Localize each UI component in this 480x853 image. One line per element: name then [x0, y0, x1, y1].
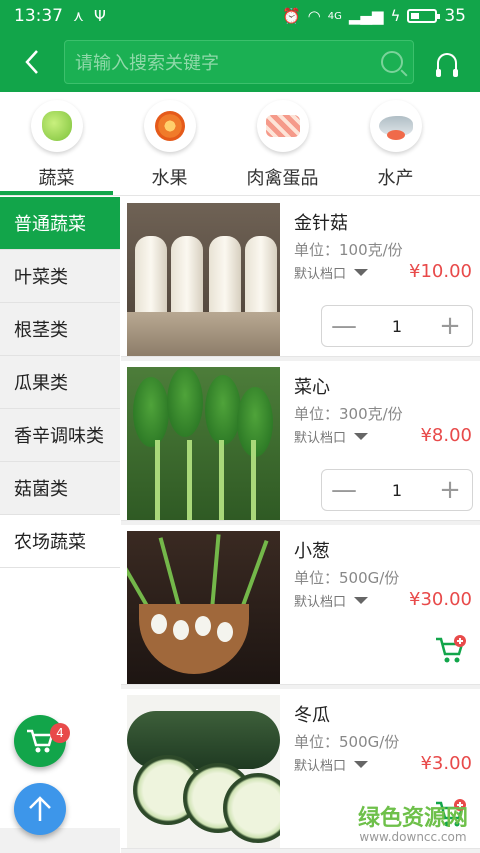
- stall-selector[interactable]: 默认档口: [294, 263, 369, 282]
- product-unit: 单位：300克/份: [294, 405, 403, 423]
- arrow-up-icon: [29, 796, 51, 821]
- sidebar-item-gourds[interactable]: 瓜果类: [0, 356, 120, 409]
- product-image[interactable]: [127, 203, 280, 356]
- wifi-icon: ◠: [307, 7, 321, 25]
- customer-service-button[interactable]: [414, 32, 480, 92]
- stall-label: 默认档口: [294, 431, 347, 446]
- category-tabs: 蔬菜 水果 肉禽蛋品 水产 加: [0, 92, 480, 196]
- product-image[interactable]: [127, 531, 280, 684]
- sidebar-item-label: 菇菌类: [14, 479, 68, 500]
- sidebar-item-label: 农场蔬菜: [14, 532, 86, 553]
- watermark-title: 绿色资源网: [357, 806, 468, 831]
- tab-fruits[interactable]: 水果: [113, 92, 226, 195]
- product-list: 金针菇 单位：100克/份 默认档口 ¥10.00 — 1 + 菜心 单位：30…: [121, 197, 480, 853]
- top-bar: 请输入搜索关键字: [0, 32, 480, 92]
- sidebar-item-label: 根茎类: [14, 320, 68, 341]
- sidebar-item-common-vegetables[interactable]: 普通蔬菜: [0, 197, 120, 250]
- share-icon: ⋏: [73, 7, 84, 25]
- sidebar-item-label: 瓜果类: [14, 373, 68, 394]
- caret-down-icon: [354, 269, 369, 276]
- sidebar-item-label: 普通蔬菜: [14, 214, 86, 235]
- decrease-button[interactable]: —: [322, 305, 366, 347]
- stall-selector[interactable]: 默认档口: [294, 427, 369, 446]
- cart-button[interactable]: 4: [14, 715, 70, 767]
- quantity-value[interactable]: 1: [366, 317, 428, 336]
- tab-label: 水果: [151, 168, 188, 189]
- tab-label: 蔬菜: [38, 168, 75, 189]
- product-item[interactable]: 菜心 单位：300克/份 默认档口 ¥8.00 — 1 +: [121, 361, 480, 521]
- product-item[interactable]: 金针菇 单位：100克/份 默认档口 ¥10.00 — 1 +: [121, 197, 480, 357]
- stall-label: 默认档口: [294, 595, 347, 610]
- active-tab-indicator: [0, 191, 113, 195]
- stall-selector[interactable]: 默认档口: [294, 755, 369, 774]
- quantity-stepper: — 1 +: [321, 469, 473, 511]
- chevron-left-icon: [25, 50, 38, 74]
- search-input[interactable]: 请输入搜索关键字: [64, 40, 414, 84]
- quantity-stepper: — 1 +: [321, 305, 473, 347]
- product-unit: 单位：100克/份: [294, 241, 403, 259]
- tab-seafood[interactable]: 水产: [339, 92, 452, 195]
- product-price: ¥30.00: [409, 589, 472, 610]
- product-name: 小葱: [294, 541, 330, 562]
- product-price: ¥8.00: [420, 425, 472, 446]
- tab-label: 水产: [377, 168, 414, 189]
- headset-icon: [436, 53, 458, 77]
- tab-meat-eggs[interactable]: 肉禽蛋品: [226, 92, 339, 195]
- back-to-top-button[interactable]: [14, 783, 66, 835]
- signal-icon: ▂▄▆: [348, 7, 384, 25]
- product-price: ¥3.00: [420, 753, 472, 774]
- sidebar-item-spices[interactable]: 香辛调味类: [0, 409, 120, 462]
- watermark-url: www.downcc.com: [359, 830, 467, 844]
- seafood-icon: [378, 116, 413, 140]
- sidebar-item-farm[interactable]: 农场蔬菜: [0, 515, 120, 568]
- product-item[interactable]: 小葱 单位：500G/份 默认档口 ¥30.00: [121, 525, 480, 685]
- caret-down-icon: [354, 433, 369, 440]
- decrease-button[interactable]: —: [322, 469, 366, 511]
- status-time: 13:37: [14, 6, 63, 26]
- back-button[interactable]: [0, 32, 64, 92]
- product-name: 金针菇: [294, 213, 348, 234]
- stall-selector[interactable]: 默认档口: [294, 591, 369, 610]
- increase-button[interactable]: +: [428, 305, 472, 347]
- network-type: 4G: [327, 10, 342, 22]
- sidebar-item-label: 叶菜类: [14, 267, 68, 288]
- battery-icon: [407, 9, 441, 23]
- product-image[interactable]: [127, 695, 280, 848]
- sidebar-item-roots[interactable]: 根茎类: [0, 303, 120, 356]
- alarm-icon: ⏰: [281, 7, 301, 25]
- sidebar-item-label: 香辛调味类: [14, 426, 104, 447]
- tab-label: 肉禽蛋品: [246, 168, 319, 189]
- product-name: 菜心: [294, 377, 330, 398]
- stall-label: 默认档口: [294, 267, 347, 282]
- vegetable-icon: [41, 111, 72, 141]
- status-bar: 13:37 ⋏ Ψ ⏰ ◠ 4G ▂▄▆ ϟ 35: [0, 0, 480, 32]
- product-unit: 单位：500G/份: [294, 569, 400, 587]
- tab-vegetables[interactable]: 蔬菜: [0, 92, 113, 195]
- watermark: 绿色资源网 www.downcc.com: [358, 800, 468, 844]
- sidebar-item-leafy[interactable]: 叶菜类: [0, 250, 120, 303]
- product-image[interactable]: [127, 367, 280, 520]
- battery-percent: 35: [444, 6, 466, 26]
- quantity-value[interactable]: 1: [366, 481, 428, 500]
- charging-icon: ϟ: [390, 7, 401, 25]
- product-name: 冬瓜: [294, 705, 330, 726]
- sidebar-item-mushrooms[interactable]: 菇菌类: [0, 462, 120, 515]
- product-price: ¥10.00: [409, 261, 472, 282]
- meat-icon: [265, 115, 300, 137]
- search-icon[interactable]: [381, 51, 403, 73]
- fruit-icon: [154, 111, 185, 141]
- tab-more[interactable]: 加: [452, 92, 480, 195]
- cart-count-badge: 4: [50, 723, 70, 743]
- caret-down-icon: [354, 597, 369, 604]
- add-to-cart-icon[interactable]: [434, 635, 466, 665]
- product-unit: 单位：500G/份: [294, 733, 400, 751]
- increase-button[interactable]: +: [428, 469, 472, 511]
- search-placeholder: 请输入搜索关键字: [75, 53, 219, 74]
- caret-down-icon: [354, 761, 369, 768]
- stall-label: 默认档口: [294, 759, 347, 774]
- usb-icon: Ψ: [94, 7, 106, 25]
